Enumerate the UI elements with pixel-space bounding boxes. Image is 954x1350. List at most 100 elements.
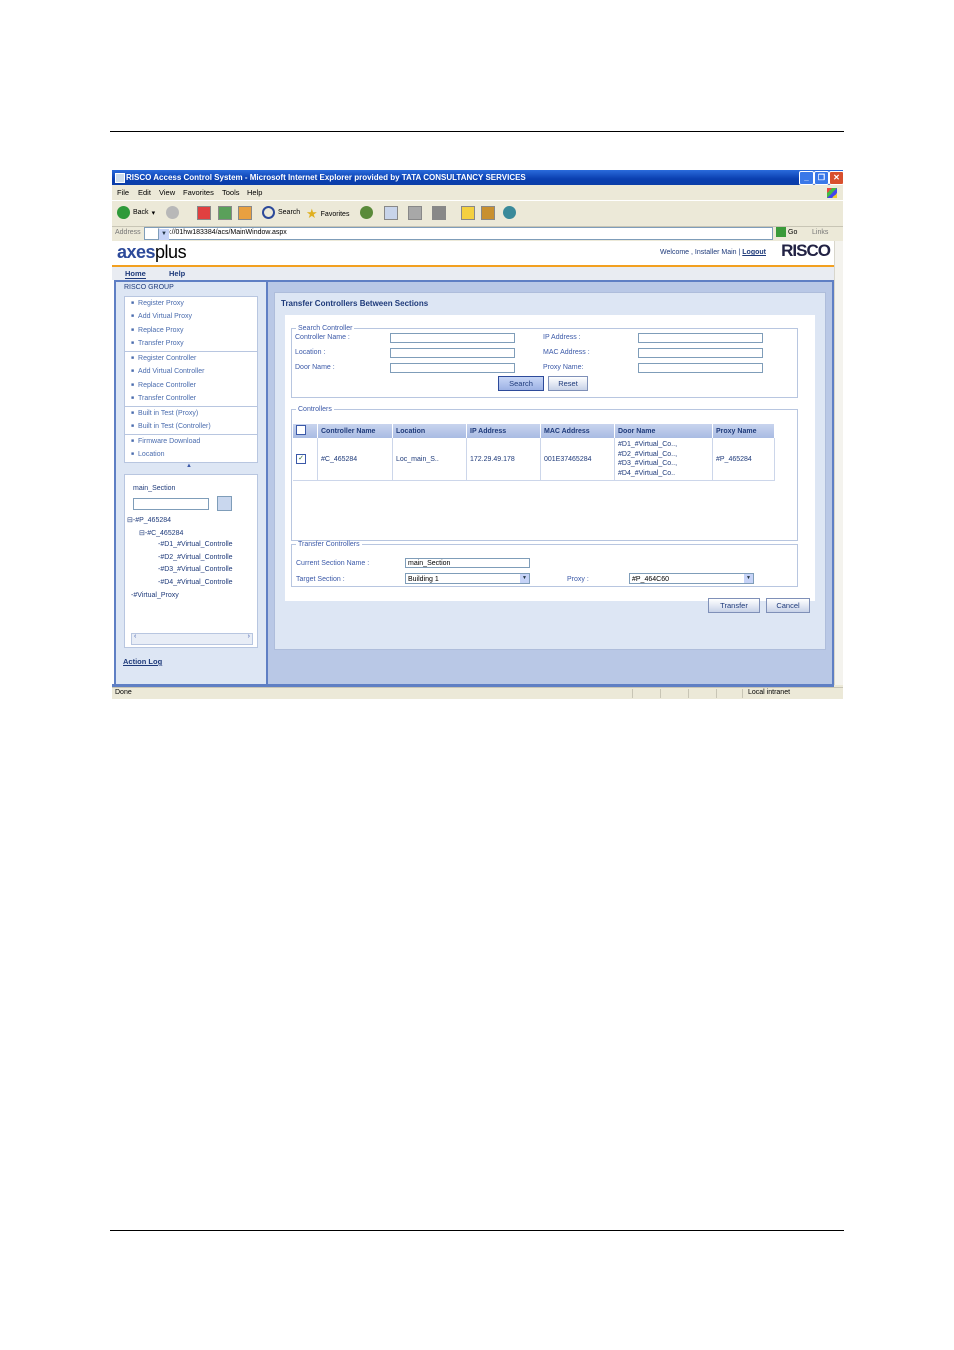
transfer-button[interactable]: Transfer <box>708 598 760 613</box>
sidebar-item-location[interactable]: Location <box>131 451 164 458</box>
col-location[interactable]: Location <box>392 424 467 438</box>
status-divider <box>632 689 633 698</box>
sidebar-item-bit-proxy[interactable]: Built in Test (Proxy) <box>131 410 198 417</box>
tree-node-proxy[interactable]: ⊟-#P_465284 <box>127 516 171 524</box>
risco-logo: RISCO <box>781 241 831 260</box>
back-button[interactable]: Back ▾ <box>117 206 155 219</box>
tree-node-door[interactable]: -#D4_#Virtual_Controlle <box>158 579 233 586</box>
page-bottom-rule <box>110 1230 844 1231</box>
nav-help[interactable]: Help <box>169 269 185 278</box>
tree-node-virtual-proxy[interactable]: -#Virtual_Proxy <box>131 592 179 599</box>
forward-button[interactable] <box>166 206 179 219</box>
tree-node-controller[interactable]: ⊟-#C_465284 <box>139 529 183 537</box>
maximize-button[interactable]: ❐ <box>814 171 829 185</box>
tree-search-icon[interactable] <box>217 496 232 511</box>
mac-address-label: MAC Address : <box>543 349 590 356</box>
col-mac-address[interactable]: MAC Address <box>540 424 615 438</box>
chevron-down-icon: ▼ <box>520 574 529 583</box>
notes-button[interactable] <box>461 206 475 220</box>
top-nav: Home Help <box>112 265 834 280</box>
research-button[interactable] <box>481 206 495 220</box>
menu-file[interactable]: File <box>117 188 129 197</box>
proxy-name-input[interactable] <box>638 363 763 373</box>
logout-link[interactable]: Logout <box>742 249 766 256</box>
tree-node-door[interactable]: -#D3_#Virtual_Controlle <box>158 566 233 573</box>
address-input[interactable]: http://01hw183384/acs/MainWindow.aspx ▼ <box>144 227 773 240</box>
collapse-arrow-icon[interactable]: ▲ <box>186 463 192 469</box>
mail-button[interactable] <box>384 206 398 220</box>
messenger-button[interactable] <box>503 206 516 219</box>
cancel-button[interactable]: Cancel <box>766 598 810 613</box>
menu-favorites[interactable]: Favorites <box>183 188 214 197</box>
edit-button[interactable] <box>432 206 446 220</box>
current-section-input[interactable]: main_Section <box>405 558 530 568</box>
col-proxy-name[interactable]: Proxy Name <box>712 424 775 438</box>
refresh-button[interactable] <box>218 206 232 220</box>
search-button[interactable]: Search <box>498 376 544 391</box>
section-tree-panel: main_Section ⊟-#P_465284 ⊟-#C_465284 -#D… <box>124 474 258 648</box>
sidebar-item-transfer-controller[interactable]: Transfer Controller <box>131 395 196 402</box>
forward-arrow-icon <box>166 206 179 219</box>
menu-help[interactable]: Help <box>247 188 262 197</box>
menu-view[interactable]: View <box>159 188 175 197</box>
sidebar-item-register-controller[interactable]: Register Controller <box>131 355 196 362</box>
browser-toolbar: Back ▾ Search ★ Favorites <box>112 200 843 227</box>
mail-icon <box>384 206 398 220</box>
stop-icon <box>197 206 211 220</box>
proxy-select[interactable]: #P_464C60 ▼ <box>629 573 754 584</box>
sidebar-item-bit-controller[interactable]: Built in Test (Controller) <box>131 423 211 430</box>
col-door-name[interactable]: Door Name <box>614 424 713 438</box>
mac-address-input[interactable] <box>638 348 763 358</box>
address-label: Address <box>115 229 141 236</box>
stop-button[interactable] <box>197 206 211 220</box>
scroll-right-icon[interactable]: › <box>248 633 250 640</box>
controller-name-input[interactable] <box>390 333 515 343</box>
menu-tools[interactable]: Tools <box>222 188 240 197</box>
sidebar-item-firmware-download[interactable]: Firmware Download <box>131 438 200 445</box>
search-button[interactable]: Search <box>262 206 300 219</box>
tree-horizontal-scrollbar[interactable]: ‹ › <box>131 633 253 645</box>
table-row[interactable]: ✓ #C_465284 Loc_main_S.. 172.29.49.178 0… <box>293 438 775 481</box>
home-button[interactable] <box>238 206 252 220</box>
main-content: Transfer Controllers Between Sections Se… <box>266 280 834 688</box>
reset-button[interactable]: Reset <box>548 376 588 391</box>
menu-edit[interactable]: Edit <box>138 188 151 197</box>
sidebar-item-replace-controller[interactable]: Replace Controller <box>131 382 196 389</box>
cell-location: Loc_main_S.. <box>392 438 467 481</box>
sidebar-item-register-proxy[interactable]: Register Proxy <box>131 300 184 307</box>
col-controller-name[interactable]: Controller Name <box>317 424 393 438</box>
test-menu: Built in Test (Proxy) Built in Test (Con… <box>124 406 258 435</box>
transfer-panel: Transfer Controllers Between Sections Se… <box>274 292 826 650</box>
go-arrow-icon <box>776 227 786 237</box>
tree-node-door[interactable]: -#D1_#Virtual_Controlle <box>158 541 233 548</box>
row-checkbox[interactable]: ✓ <box>296 454 306 464</box>
sidebar-item-add-virtual-controller[interactable]: Add Virtual Controller <box>131 368 204 375</box>
ip-address-input[interactable] <box>638 333 763 343</box>
address-dropdown-icon[interactable]: ▼ <box>158 229 169 240</box>
sidebar-item-add-virtual-proxy[interactable]: Add Virtual Proxy <box>131 313 192 320</box>
sidebar-item-replace-proxy[interactable]: Replace Proxy <box>131 327 184 334</box>
sidebar-item-transfer-proxy[interactable]: Transfer Proxy <box>131 340 184 347</box>
print-button[interactable] <box>408 206 422 220</box>
target-section-select[interactable]: Building 1 ▼ <box>405 573 530 584</box>
vertical-scrollbar[interactable] <box>834 241 843 685</box>
history-button[interactable] <box>360 206 373 219</box>
favorites-button[interactable]: ★ Favorites <box>306 206 349 222</box>
links-button[interactable]: Links <box>812 229 828 236</box>
scroll-left-icon[interactable]: ‹ <box>134 633 136 640</box>
go-button[interactable]: Go <box>776 227 797 237</box>
minimize-button[interactable]: _ <box>799 171 814 185</box>
col-ip-address[interactable]: IP Address <box>466 424 541 438</box>
door-name-input[interactable] <box>390 363 515 373</box>
action-log-link[interactable]: Action Log <box>123 657 162 666</box>
tree-search-input[interactable] <box>133 498 209 510</box>
nav-home[interactable]: Home <box>125 269 146 279</box>
status-divider <box>742 689 743 698</box>
proxy-menu: Register Proxy Add Virtual Proxy Replace… <box>124 296 258 352</box>
site-header: axesplus Welcome , Installer Main | Logo… <box>112 241 834 265</box>
location-input[interactable] <box>390 348 515 358</box>
left-sidebar: RISCO GROUP Register Proxy Add Virtual P… <box>114 280 268 688</box>
close-button[interactable]: ✕ <box>829 171 843 185</box>
select-all-checkbox[interactable] <box>296 425 306 435</box>
tree-node-door[interactable]: -#D2_#Virtual_Controlle <box>158 554 233 561</box>
